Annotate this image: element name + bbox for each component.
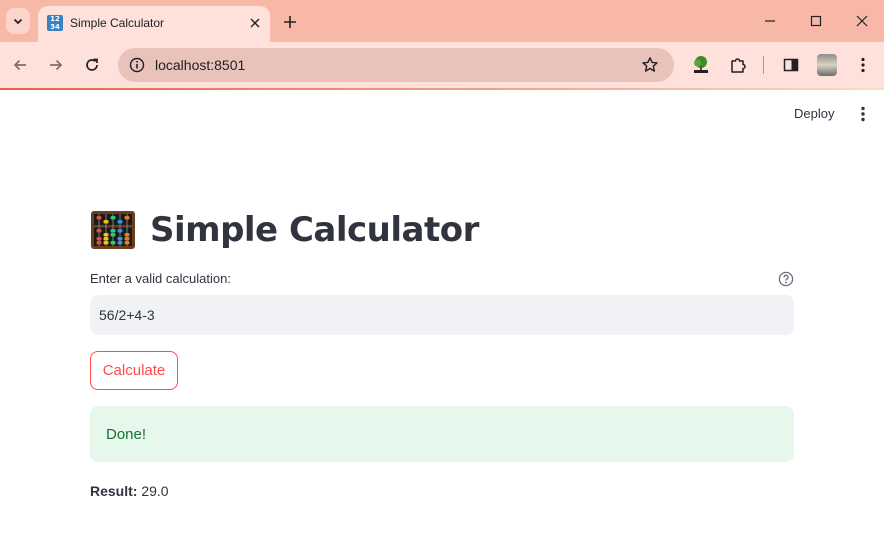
kebab-menu-icon [861,106,865,122]
minimize-button[interactable] [758,10,782,32]
tree-extension-button[interactable] [689,53,713,77]
chevron-down-icon [13,18,23,25]
question-circle-icon [778,271,794,287]
browser-toolbar: localhost:8501 [0,42,884,88]
calculate-button[interactable]: Calculate [90,351,178,390]
deploy-button[interactable]: Deploy [794,106,834,121]
maximize-button[interactable] [804,10,828,32]
side-panel-button[interactable] [779,53,803,77]
page-title-row: Simple Calculator [90,205,479,255]
extensions-button[interactable] [726,53,750,77]
maximize-icon [810,15,822,27]
browser-menu-button[interactable] [851,53,875,77]
calculation-input-label: Enter a valid calculation: [90,271,231,286]
plus-icon [284,16,296,28]
reload-button[interactable] [80,53,104,77]
forward-button[interactable] [44,53,68,77]
star-icon [642,57,658,72]
help-tooltip-button[interactable] [777,270,795,288]
abacus-icon [91,211,135,249]
forward-arrow-icon [50,59,63,71]
profile-avatar[interactable] [817,54,837,76]
tab-search-button[interactable] [6,8,30,34]
page-top-decoration [0,88,884,90]
puzzle-extensions-icon [731,58,746,73]
back-arrow-icon [13,59,26,71]
tab-title: Simple Calculator [70,16,165,30]
success-alert: Done! [90,406,794,462]
site-info-button[interactable] [128,56,146,74]
tree-extension-icon [694,56,708,73]
tab-close-button[interactable] [246,14,264,32]
result-label: Result: [90,483,138,499]
back-button[interactable] [8,53,32,77]
url-text[interactable]: localhost:8501 [155,57,245,73]
new-tab-button[interactable] [280,12,300,32]
bookmark-button[interactable] [640,55,660,75]
calculation-input[interactable] [90,295,794,335]
window-close-icon [856,15,868,27]
calculator-favicon-icon: 12 34 [47,15,63,31]
minimize-icon [765,20,775,22]
address-bar[interactable]: localhost:8501 [118,48,674,82]
browser-tab-active[interactable]: 12 34 Simple Calculator [38,6,270,42]
close-icon [250,18,260,28]
result-value: 29.0 [141,483,169,499]
result-line: Result: 29.0 [90,483,169,499]
browser-tab-bar: 12 34 Simple Calculator [0,0,884,42]
success-message: Done! [106,426,147,443]
window-close-button[interactable] [850,10,874,32]
page-title: Simple Calculator [150,210,479,250]
side-panel-icon [783,58,799,72]
kebab-menu-icon [861,57,865,73]
reload-icon [86,58,98,71]
toolbar-separator [763,56,764,74]
app-main-menu-button[interactable] [854,103,872,125]
site-info-icon [129,57,145,73]
